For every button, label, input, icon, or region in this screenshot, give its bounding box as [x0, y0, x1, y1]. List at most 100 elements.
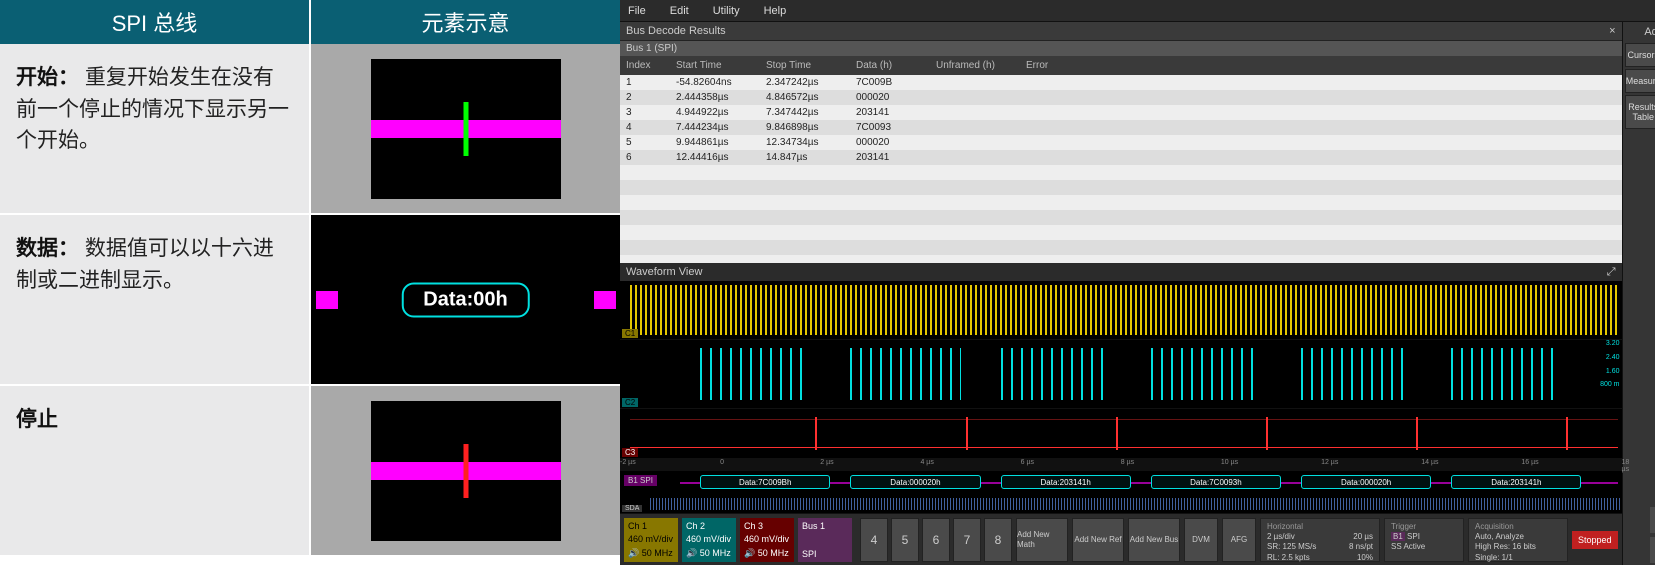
dvm-button[interactable]: DVM — [1184, 518, 1218, 562]
camera-icon[interactable]: 📷 — [1650, 507, 1655, 533]
bus-packet[interactable]: Data:000020h — [1301, 475, 1431, 489]
bus-packet[interactable]: Data:7C009Bh — [700, 475, 830, 489]
channel-7-button[interactable]: 7 — [953, 518, 981, 562]
ch3-label[interactable]: C3 — [622, 448, 638, 457]
ch1-label[interactable]: C1 — [622, 329, 638, 338]
cyan-burst — [850, 348, 960, 400]
table-row[interactable]: 612.44416µs14.847µs203141 — [620, 150, 1622, 165]
data-hex-label: Data:00h — [401, 282, 529, 317]
ch3-button[interactable]: Ch 3460 mV/div🔊 50 MHz — [740, 518, 794, 562]
acquisition-info[interactable]: Acquisition Auto, Analyze High Res: 16 b… — [1468, 518, 1568, 562]
time-tick: -2 µs — [620, 459, 636, 466]
bus-packet[interactable]: Data:203141h — [1001, 475, 1131, 489]
decode-title: Bus Decode Results — [626, 25, 726, 37]
waveform-title-bar: Waveform View ⤢ — [620, 263, 1622, 281]
add-ref-button[interactable]: Add New Ref — [1072, 518, 1124, 562]
sda-label: SDA — [622, 505, 642, 512]
diagram-start — [371, 59, 561, 199]
bus-decode-row: B1 SPI Data:7C009Bh Data:000020h Data:2031… — [620, 471, 1622, 495]
menubar: File Edit Utility Help — [620, 0, 1655, 22]
red-pulse — [1566, 417, 1568, 450]
stopped-badge[interactable]: Stopped — [1572, 531, 1618, 549]
trash-icon[interactable]: 🗑 — [1650, 537, 1655, 563]
measure-button[interactable]: Measure — [1625, 69, 1655, 93]
ch2-button[interactable]: Ch 2460 mV/div🔊 50 MHz — [682, 518, 736, 562]
channel-5-button[interactable]: 5 — [891, 518, 919, 562]
table-row[interactable]: 1-54.82604ns2.347242µs7C009B — [620, 75, 1622, 90]
hdr-stop[interactable]: Stop Time — [760, 58, 850, 73]
hdr-unframed[interactable]: Unframed (h) — [930, 58, 1020, 73]
table-row[interactable]: 22.444358µs4.846572µs000020 — [620, 90, 1622, 105]
time-tick: 4 µs — [920, 459, 933, 466]
time-tick: 14 µs — [1421, 459, 1438, 466]
magenta-right — [594, 291, 616, 309]
bottom-bar: Ch 1460 mV/div🔊 50 MHz Ch 2460 mV/div🔊 5… — [620, 513, 1622, 565]
bus-packet[interactable]: Data:7C0093h — [1151, 475, 1281, 489]
grid-val: 1.60 — [1606, 368, 1620, 375]
sidebar: Add New... CursorsNote MeasureSearch Res… — [1622, 22, 1655, 565]
hdr-index[interactable]: Index — [620, 58, 670, 73]
red-pulse — [966, 417, 968, 450]
bus1-button[interactable]: Bus 1SPI — [798, 518, 852, 562]
time-tick: 2 µs — [820, 459, 833, 466]
time-tick: 16 µs — [1521, 459, 1538, 466]
close-icon[interactable]: × — [1609, 25, 1615, 37]
menu-utility[interactable]: Utility — [713, 5, 740, 17]
time-tick: 18 µs — [1622, 459, 1630, 473]
doc-row-start: 开始： 重复开始发生在没有前一个停止的情况下显示另一个开始。 — [0, 44, 620, 215]
desc-start-title: 开始： — [16, 66, 79, 89]
results-table-button[interactable]: Results Table — [1625, 95, 1655, 129]
ch1-button[interactable]: Ch 1460 mV/div🔊 50 MHz — [624, 518, 678, 562]
table-row[interactable]: 47.444234µs9.846898µs7C0093 — [620, 120, 1622, 135]
sda-row: SDA — [620, 495, 1622, 513]
hdr-data[interactable]: Data (h) — [850, 58, 930, 73]
cursors-button[interactable]: Cursors — [1625, 43, 1655, 67]
doc-row-stop: 停止 — [0, 386, 620, 557]
hdr-error[interactable]: Error — [1020, 58, 1622, 73]
desc-start: 开始： 重复开始发生在没有前一个停止的情况下显示另一个开始。 — [0, 44, 309, 213]
hdr-start[interactable]: Start Time — [670, 58, 760, 73]
doc-header-bus: SPI 总线 — [0, 0, 309, 44]
time-tick: 8 µs — [1121, 459, 1134, 466]
bus-packet[interactable]: Data:000020h — [850, 475, 980, 489]
doc-header: SPI 总线 元素示意 — [0, 0, 620, 44]
table-row[interactable]: 59.944861µs12.34734µs000020 — [620, 135, 1622, 150]
ch2-label[interactable]: C2 — [622, 398, 638, 407]
time-ruler: -2 µs02 µs4 µs6 µs8 µs10 µs12 µs14 µs16 … — [620, 459, 1622, 471]
diagram-stop — [371, 401, 561, 541]
afg-button[interactable]: AFG — [1222, 518, 1256, 562]
channel-6-button[interactable]: 6 — [922, 518, 950, 562]
menu-help[interactable]: Help — [764, 5, 787, 17]
red-baseline — [630, 447, 1618, 448]
grid-val: 800 m — [1600, 381, 1619, 388]
decode-bus-select[interactable]: Bus 1 (SPI) — [620, 41, 1622, 56]
red-pulse — [815, 417, 817, 450]
red-pulse — [1266, 417, 1268, 450]
menu-file[interactable]: File — [628, 5, 646, 17]
red-topline — [630, 419, 1618, 420]
diagram-cell-start — [311, 44, 620, 213]
oscilloscope-app: File Edit Utility Help Bus Decode Result… — [620, 0, 1655, 565]
time-tick: 12 µs — [1321, 459, 1338, 466]
cyan-burst — [1451, 348, 1561, 400]
bus-badge[interactable]: B1 SPI — [624, 475, 657, 486]
table-row[interactable]: 34.944922µs7.347442µs203141 — [620, 105, 1622, 120]
add-new-label: Add New... — [1623, 22, 1655, 42]
add-bus-button[interactable]: Add New Bus — [1128, 518, 1180, 562]
doc-row-data: 数据： 数据值可以以十六进制或二进制显示。 Data:00h — [0, 215, 620, 386]
horizontal-info[interactable]: Horizontal 2 µs/div20 µs SR: 125 MS/s8 n… — [1260, 518, 1380, 562]
decode-empty-rows — [620, 165, 1622, 263]
add-math-button[interactable]: Add New Math — [1016, 518, 1068, 562]
red-pulse — [1416, 417, 1418, 450]
decode-body: 1-54.82604ns2.347242µs7C009B22.444358µs4… — [620, 75, 1622, 165]
channel-4-button[interactable]: 4 — [860, 518, 888, 562]
channel-8-button[interactable]: 8 — [984, 518, 1012, 562]
menu-edit[interactable]: Edit — [670, 5, 689, 17]
waveform-area[interactable]: C1 3.20 2.40 1.60 800 m C2 — [620, 281, 1622, 513]
bus-packet[interactable]: Data:203141h — [1451, 475, 1581, 489]
sda-waveform — [650, 498, 1620, 510]
trigger-info[interactable]: Trigger B1 SPI SS Active — [1384, 518, 1464, 562]
expand-icon[interactable]: ⤢ — [1607, 266, 1616, 279]
green-marker — [463, 102, 468, 156]
doc-header-element: 元素示意 — [311, 0, 620, 44]
